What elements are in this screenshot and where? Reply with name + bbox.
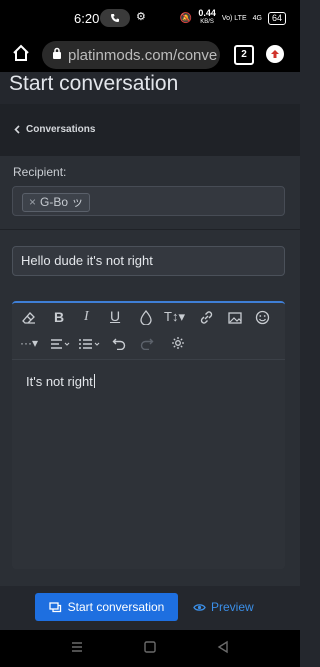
tab-switcher-button[interactable]: 2: [234, 45, 254, 65]
system-nav-bar: [0, 630, 300, 667]
align-icon[interactable]: [50, 337, 70, 353]
form-actions: Start conversation Preview: [0, 586, 300, 630]
status-indicators: 🔕 0.44 KB/S Vo) LTE 4G 64: [180, 9, 286, 27]
start-conversation-label: Start conversation: [67, 600, 165, 614]
text-caret: [93, 374, 95, 388]
recipient-input[interactable]: × G-Bo ッ: [12, 186, 285, 216]
network-speed: 0.44 KB/S: [198, 8, 216, 26]
recents-icon[interactable]: [70, 640, 84, 659]
signal-1: Vo) LTE: [221, 14, 247, 22]
battery-indicator: 64: [267, 11, 286, 25]
breadcrumb-label: Conversations: [26, 124, 96, 135]
eye-icon: [193, 603, 206, 611]
section-divider: [0, 229, 300, 230]
list-icon[interactable]: [78, 337, 100, 353]
text-color-icon[interactable]: [140, 309, 152, 328]
message-editor[interactable]: B I U T↕▾ ···▾ It's not right: [12, 301, 285, 569]
breadcrumb: Conversations: [0, 104, 300, 156]
undo-icon[interactable]: [112, 336, 126, 353]
settings-notification-icon: ⚙: [136, 11, 146, 23]
editor-toolbar: B I U T↕▾ ···▾: [12, 303, 285, 359]
title-input[interactable]: Hello dude it's not right: [12, 246, 285, 276]
url-text: platinmods.com/conve: [68, 46, 218, 64]
eraser-icon[interactable]: [22, 311, 36, 328]
extension-icon[interactable]: [266, 45, 284, 63]
bold-icon[interactable]: B: [54, 309, 64, 325]
conversation-icon: [48, 601, 61, 612]
emoji-icon[interactable]: [255, 310, 270, 328]
lock-icon: [52, 46, 62, 64]
home-nav-icon[interactable]: [143, 640, 157, 659]
remove-recipient-icon[interactable]: ×: [29, 194, 36, 211]
status-bar: 6:20 ⚙ 🔕 0.44 KB/S Vo) LTE 4G 64: [0, 0, 300, 36]
browser-toolbar: platinmods.com/conve 2: [0, 36, 300, 72]
preview-label: Preview: [211, 600, 254, 614]
font-size-icon[interactable]: T↕▾: [164, 309, 185, 325]
redo-icon[interactable]: [140, 336, 154, 353]
home-icon[interactable]: [12, 44, 30, 67]
more-options-icon[interactable]: ···▾: [20, 336, 38, 350]
recipient-chip[interactable]: × G-Bo ッ: [22, 193, 91, 212]
recipient-chip-label: G-Bo ッ: [40, 195, 84, 209]
recipient-label: Recipient:: [13, 165, 67, 179]
italic-icon[interactable]: I: [84, 309, 89, 325]
image-icon[interactable]: [228, 311, 242, 327]
message-body[interactable]: It's not right: [12, 359, 285, 569]
conversation-form: Recipient: × G-Bo ッ Hello dude it's not …: [0, 156, 300, 586]
settings-gear-icon[interactable]: [171, 336, 185, 353]
address-bar[interactable]: platinmods.com/conve: [42, 41, 220, 69]
page-title: Start conversation: [9, 72, 179, 95]
link-icon[interactable]: [199, 310, 214, 328]
preview-button[interactable]: Preview: [193, 593, 254, 621]
underline-icon[interactable]: U: [110, 308, 120, 324]
clock: 6:20: [74, 11, 100, 26]
back-nav-icon[interactable]: [216, 640, 230, 659]
signal-2: 4G: [252, 14, 262, 22]
message-text: It's not right: [26, 374, 95, 389]
start-conversation-button[interactable]: Start conversation: [35, 593, 178, 621]
mute-icon: 🔕: [179, 12, 193, 24]
breadcrumb-conversations-link[interactable]: Conversations: [14, 124, 95, 135]
call-icon[interactable]: [100, 9, 130, 27]
chevron-left-icon: [14, 125, 20, 134]
page-header: Start conversation: [0, 72, 300, 104]
